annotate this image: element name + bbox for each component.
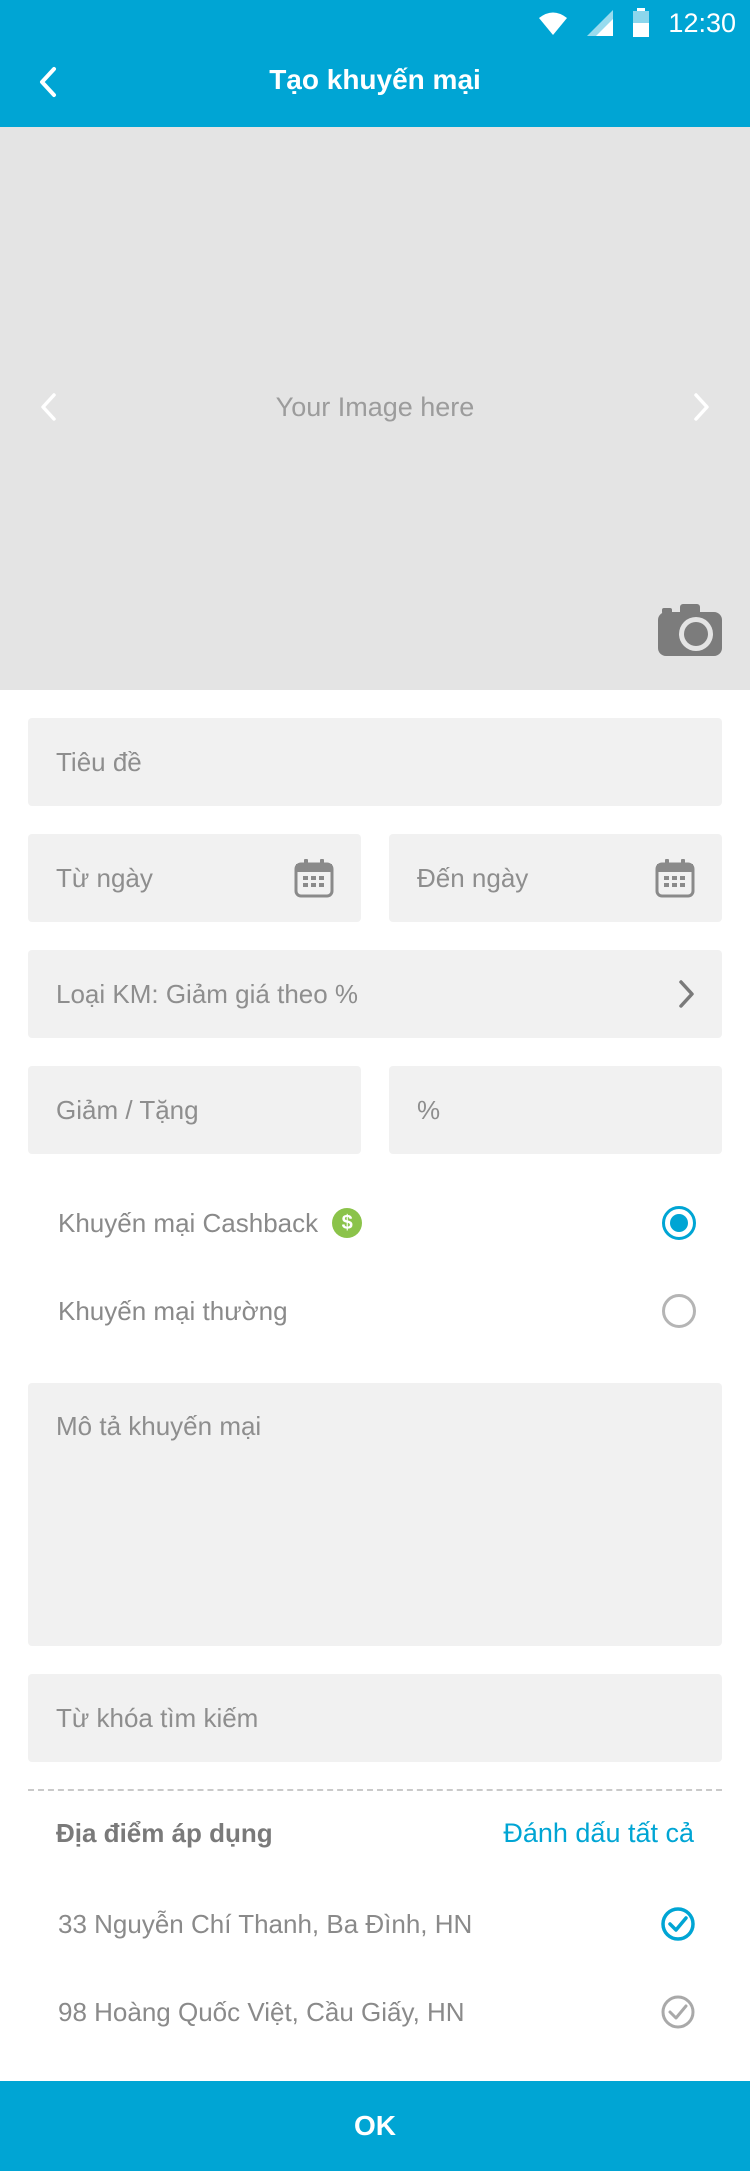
- calendar-icon: [293, 857, 335, 899]
- promo-type-select[interactable]: Loại KM: Giảm giá theo %: [28, 950, 722, 1038]
- dollar-icon: $: [332, 1208, 363, 1238]
- description-placeholder: Mô tả khuyến mại: [56, 1411, 262, 1441]
- radio-label: Khuyến mại thường: [58, 1295, 288, 1326]
- signal-icon: [587, 10, 614, 36]
- discount-field[interactable]: Giảm / Tặng: [28, 1066, 361, 1154]
- unit-placeholder: %: [417, 1094, 441, 1125]
- image-carousel[interactable]: Your Image here: [0, 127, 750, 690]
- to-date-field[interactable]: Đến ngày: [389, 834, 722, 922]
- discount-placeholder: Giảm / Tặng: [56, 1094, 199, 1125]
- status-bar: 12:30: [538, 8, 736, 38]
- select-all-link[interactable]: Đánh dấu tất cả: [503, 1818, 694, 1849]
- radio-option-cashback[interactable]: Khuyến mại Cashback $: [58, 1198, 696, 1248]
- location-item[interactable]: 98 Hoàng Quốc Việt, Cầu Giấy, HN: [58, 1987, 696, 2037]
- wifi-icon: [539, 12, 568, 35]
- from-date-field[interactable]: Từ ngày: [28, 834, 361, 922]
- checkmark-circle-icon[interactable]: [660, 1906, 696, 1942]
- keywords-placeholder: Từ khóa tìm kiếm: [56, 1702, 259, 1733]
- description-textarea[interactable]: Mô tả khuyến mại: [28, 1383, 722, 1646]
- calendar-icon: [654, 857, 696, 899]
- status-time: 12:30: [668, 7, 736, 38]
- location-item[interactable]: 33 Nguyễn Chí Thanh, Ba Đình, HN: [58, 1899, 696, 1949]
- location-label: 33 Nguyễn Chí Thanh, Ba Đình, HN: [58, 1908, 473, 1939]
- section-divider: [28, 1789, 722, 1791]
- chevron-right-icon: [694, 393, 709, 421]
- unit-field[interactable]: %: [389, 1066, 722, 1154]
- radio-button[interactable]: [662, 1294, 696, 1328]
- image-placeholder-text: Your Image here: [275, 392, 475, 422]
- chevron-right-icon: [678, 979, 696, 1009]
- radio-label: Khuyến mại Cashback: [58, 1207, 319, 1238]
- radio-button-selected[interactable]: [662, 1206, 696, 1240]
- checkmark-circle-icon[interactable]: [660, 1994, 696, 2030]
- app-header: 12:30 Tạo khuyến mại: [0, 0, 750, 127]
- page-title: Tạo khuyến mại: [269, 64, 481, 95]
- title-field[interactable]: Tiêu đề: [28, 718, 722, 806]
- battery-icon: [633, 8, 650, 37]
- locations-title: Địa điểm áp dụng: [56, 1818, 273, 1848]
- promo-type-label: Loại KM: Giảm giá theo %: [56, 978, 359, 1009]
- radio-option-regular[interactable]: Khuyến mại thường: [58, 1286, 696, 1336]
- camera-icon[interactable]: [656, 602, 724, 658]
- title-placeholder: Tiêu đề: [56, 746, 142, 777]
- location-label: 98 Hoàng Quốc Việt, Cầu Giấy, HN: [58, 1996, 465, 2027]
- keywords-field[interactable]: Từ khóa tìm kiếm: [28, 1674, 722, 1762]
- ok-button[interactable]: OK: [0, 2081, 750, 2171]
- next-image-button[interactable]: [682, 387, 722, 427]
